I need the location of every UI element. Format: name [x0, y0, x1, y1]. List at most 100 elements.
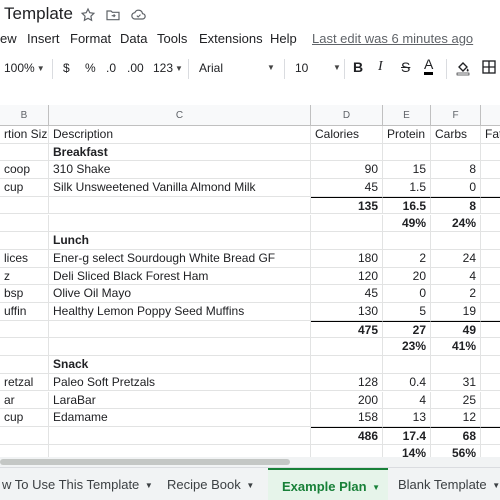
- currency-format-button[interactable]: $: [63, 61, 70, 75]
- cell-description[interactable]: Snack: [49, 356, 311, 374]
- cell-protein[interactable]: 23%: [383, 338, 431, 357]
- cell-portion-size[interactable]: retzal: [0, 373, 49, 392]
- cell-calories[interactable]: Calories: [311, 126, 383, 144]
- cell-calories[interactable]: 90: [311, 161, 383, 180]
- cell-carbs[interactable]: 24: [431, 249, 481, 268]
- cell-fat[interactable]: [481, 409, 500, 427]
- cell-description[interactable]: Healthy Lemon Poppy Seed Muffins: [49, 303, 311, 321]
- cell-description[interactable]: Lunch: [49, 232, 311, 250]
- document-title[interactable]: Template: [4, 4, 73, 24]
- cell-calories[interactable]: [311, 232, 383, 250]
- menu-data[interactable]: Data: [120, 31, 147, 46]
- cell-protein[interactable]: 15: [383, 161, 431, 180]
- cell-portion-size[interactable]: [0, 338, 49, 357]
- cell-protein[interactable]: 20: [383, 267, 431, 286]
- font-family-select[interactable]: Arial ▼: [199, 61, 275, 75]
- cell-description[interactable]: [49, 320, 311, 339]
- cell-protein[interactable]: [383, 143, 431, 162]
- cell-calories[interactable]: 120: [311, 267, 383, 286]
- cell-fat[interactable]: [481, 338, 500, 357]
- column-header-g[interactable]: [481, 105, 500, 126]
- cell-fat[interactable]: [481, 303, 500, 321]
- cell-description[interactable]: [49, 426, 311, 445]
- column-header-e[interactable]: E: [383, 105, 431, 126]
- cell-carbs[interactable]: 2: [431, 285, 481, 303]
- menu-format[interactable]: Format: [70, 31, 111, 46]
- cell-calories[interactable]: 135: [311, 196, 383, 215]
- cell-calories[interactable]: [311, 338, 383, 357]
- cell-carbs[interactable]: 19: [431, 303, 481, 321]
- cell-description[interactable]: 310 Shake: [49, 161, 311, 180]
- cell-calories[interactable]: 130: [311, 303, 383, 321]
- cell-calories[interactable]: [311, 143, 383, 162]
- cell-calories[interactable]: [311, 356, 383, 374]
- cell-protein[interactable]: 16.5: [383, 196, 431, 215]
- cell-fat[interactable]: [481, 392, 500, 410]
- cell-carbs[interactable]: 12: [431, 409, 481, 427]
- scrollbar-thumb[interactable]: [0, 459, 290, 465]
- sheet-tab-how-to-use[interactable]: w To Use This Template ▼: [0, 468, 153, 500]
- spreadsheet-grid[interactable]: B C D E F rtion SizeDescriptionCaloriesP…: [0, 105, 500, 463]
- cell-portion-size[interactable]: uffin: [0, 303, 49, 321]
- cell-carbs[interactable]: 31: [431, 373, 481, 392]
- borders-icon[interactable]: [481, 59, 497, 78]
- more-formats-button[interactable]: 123 ▼: [153, 61, 183, 75]
- column-header-b[interactable]: B: [0, 105, 49, 126]
- cell-carbs[interactable]: 4: [431, 267, 481, 286]
- fill-color-icon[interactable]: [455, 58, 471, 79]
- last-edit-link[interactable]: Last edit was 6 minutes ago: [312, 31, 473, 46]
- percent-format-button[interactable]: %: [85, 61, 96, 75]
- cell-description[interactable]: Description: [49, 126, 311, 144]
- cell-protein[interactable]: 0.4: [383, 373, 431, 392]
- move-to-folder-icon[interactable]: [104, 6, 122, 24]
- cell-fat[interactable]: [481, 215, 500, 233]
- column-header-c[interactable]: C: [49, 105, 311, 126]
- cell-fat[interactable]: Fat: [481, 126, 500, 144]
- cell-portion-size[interactable]: cup: [0, 179, 49, 197]
- menu-insert[interactable]: Insert: [27, 31, 60, 46]
- cell-carbs[interactable]: [431, 143, 481, 162]
- cell-fat[interactable]: [481, 356, 500, 374]
- cell-calories[interactable]: [311, 214, 383, 233]
- font-size-select[interactable]: 10 ▼: [295, 61, 341, 75]
- cell-calories[interactable]: 45: [311, 179, 383, 197]
- cell-calories[interactable]: 45: [311, 285, 383, 303]
- cell-calories[interactable]: 180: [311, 249, 383, 268]
- cell-calories[interactable]: 475: [311, 320, 383, 339]
- cell-portion-size[interactable]: [0, 356, 49, 374]
- cell-protein[interactable]: 27: [383, 320, 431, 339]
- cell-protein[interactable]: Protein: [383, 126, 431, 144]
- text-color-button[interactable]: A: [424, 57, 434, 75]
- cell-protein[interactable]: 17.4: [383, 426, 431, 445]
- cell-portion-size[interactable]: cup: [0, 409, 49, 427]
- strikethrough-button[interactable]: S: [401, 59, 410, 75]
- cell-description[interactable]: Deli Sliced Black Forest Ham: [49, 267, 311, 286]
- cell-description[interactable]: Olive Oil Mayo: [49, 285, 311, 303]
- menu-view[interactable]: ew: [0, 31, 17, 46]
- cell-fat[interactable]: [481, 426, 500, 445]
- star-icon[interactable]: [79, 6, 97, 24]
- cell-protein[interactable]: 4: [383, 391, 431, 410]
- sheet-tab-blank-template[interactable]: Blank Template ▼: [398, 468, 500, 500]
- cell-portion-size[interactable]: [0, 320, 49, 339]
- cell-carbs[interactable]: [431, 232, 481, 250]
- cell-fat[interactable]: [481, 179, 500, 197]
- cell-portion-size[interactable]: [0, 232, 49, 250]
- italic-button[interactable]: I: [378, 59, 383, 75]
- menu-extensions[interactable]: Extensions: [199, 31, 263, 46]
- cell-carbs[interactable]: 24%: [431, 214, 481, 233]
- cell-portion-size[interactable]: [0, 143, 49, 162]
- column-header-f[interactable]: F: [431, 105, 481, 126]
- cell-description[interactable]: Silk Unsweetened Vanilla Almond Milk: [49, 179, 311, 197]
- decrease-decimal-button[interactable]: .0: [106, 61, 116, 75]
- cell-carbs[interactable]: 68: [431, 426, 481, 445]
- increase-decimal-button[interactable]: .00: [127, 61, 144, 75]
- cell-portion-size[interactable]: lices: [0, 249, 49, 268]
- cell-portion-size[interactable]: [0, 196, 49, 215]
- menu-help[interactable]: Help: [270, 31, 297, 46]
- cell-protein[interactable]: [383, 356, 431, 374]
- cell-calories[interactable]: 486: [311, 426, 383, 445]
- cell-protein[interactable]: [383, 232, 431, 250]
- cell-carbs[interactable]: Carbs: [431, 126, 481, 144]
- cell-portion-size[interactable]: ar: [0, 391, 49, 410]
